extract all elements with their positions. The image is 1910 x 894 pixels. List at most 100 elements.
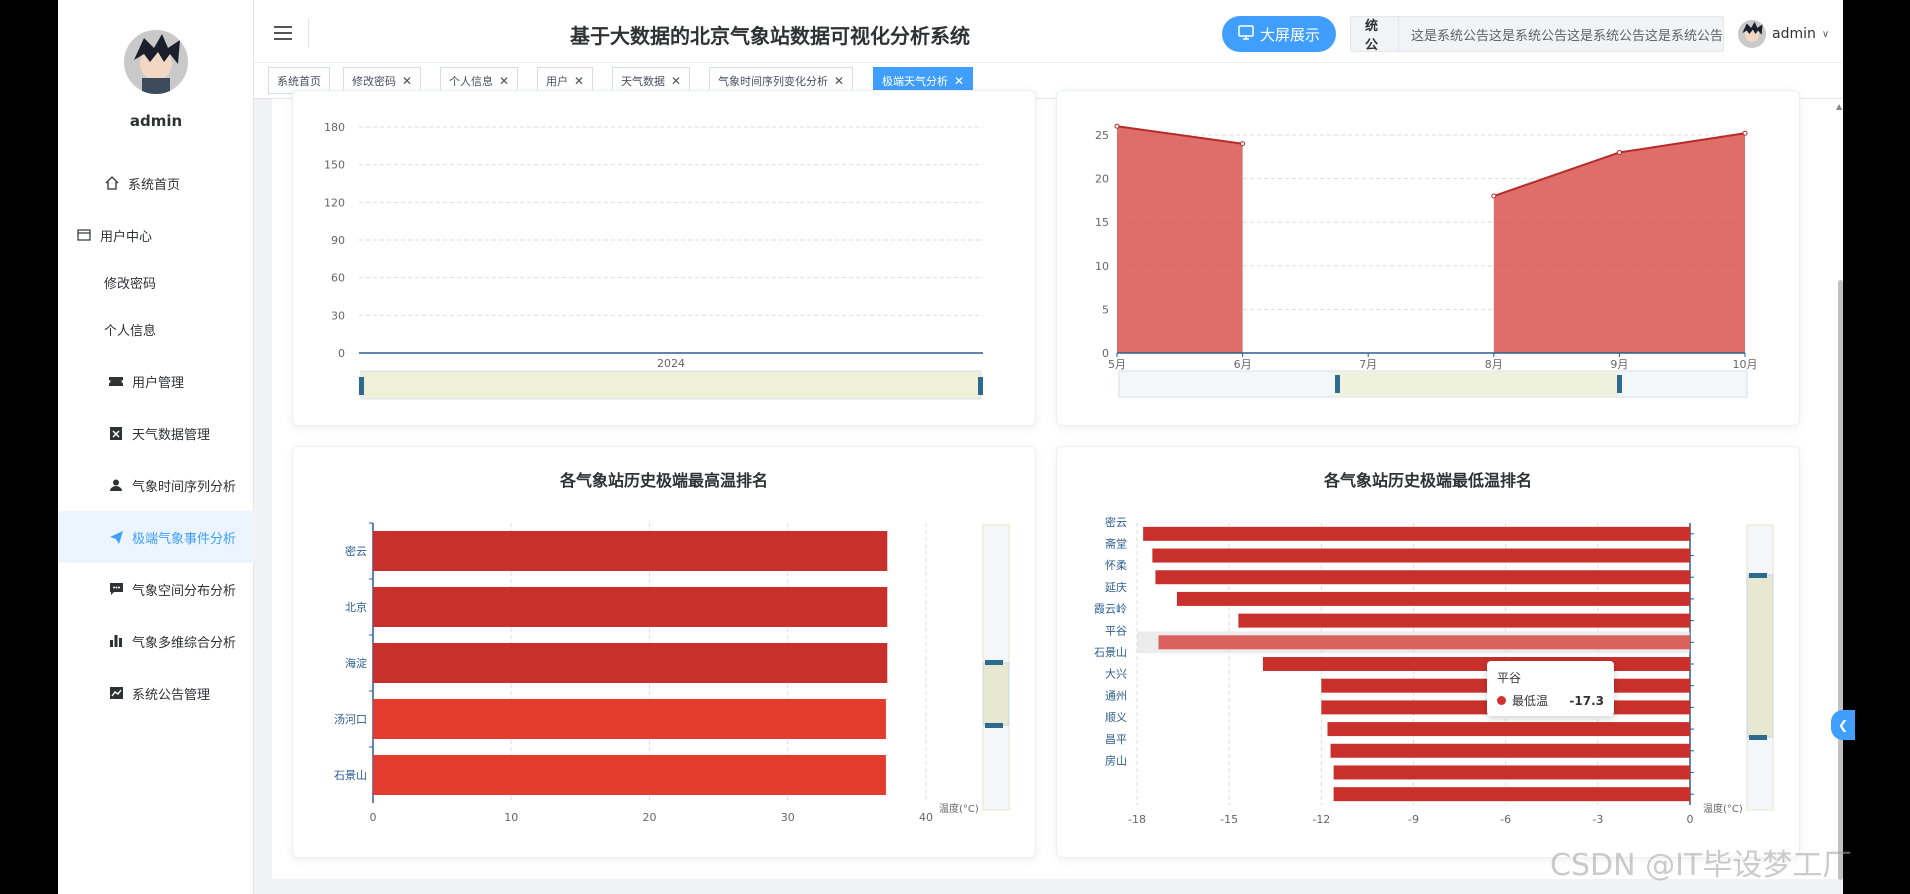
datazoom-slider — [360, 370, 982, 400]
bar — [1333, 765, 1690, 780]
bar — [1262, 657, 1690, 671]
axis-label: 温度(°C) — [939, 802, 979, 815]
y-tick-label: 10 — [1095, 260, 1109, 273]
sidebar-item-spatial[interactable]: 气象空间分布分析 — [58, 563, 254, 615]
system-notice: 系统公告 这是系统公告这是系统公告这是系统公告这是系统公告 — [1350, 16, 1724, 52]
x-tick-label: -12 — [1312, 813, 1330, 826]
bar — [1330, 743, 1690, 758]
sidebar-item-notice-management[interactable]: 系统公告管理 — [58, 667, 254, 719]
y-tick-label: 汤河口 — [334, 712, 367, 726]
sidebar-item-time-series[interactable]: 气象时间序列分析 — [58, 459, 254, 511]
data-point — [1616, 149, 1622, 155]
datazoom-handle — [985, 660, 1003, 665]
sidebar-item-multidim[interactable]: 气象多维综合分析 — [58, 615, 254, 667]
big-screen-button[interactable]: 大屏展示 — [1222, 16, 1336, 52]
y-tick-label: 120 — [324, 196, 345, 209]
y-tick-label: 北京 — [345, 600, 367, 614]
datazoom-window — [1746, 574, 1774, 738]
y-tick-label: 平谷 — [1105, 624, 1127, 637]
x-tick-label: 9月 — [1610, 358, 1628, 371]
sidebar-item-user-management[interactable]: 用户管理 — [58, 355, 254, 407]
y-tick-label: 石景山 — [1094, 646, 1127, 659]
sidebar-item-change-password[interactable]: 修改密码 — [58, 256, 254, 308]
close-icon[interactable]: ✕ — [954, 74, 964, 88]
bar-chart-icon — [108, 633, 124, 649]
sidebar-item-user-center[interactable]: 用户中心 — [58, 209, 254, 261]
bar — [1176, 591, 1690, 606]
x-tick-label: 2024 — [657, 357, 685, 370]
home-icon — [104, 175, 120, 191]
message-icon — [108, 581, 124, 597]
tab-label: 极端天气分析 — [882, 74, 948, 88]
user-center-icon — [76, 227, 92, 243]
tab-label: 系统首页 — [277, 74, 321, 88]
header-username: admin — [1772, 26, 1816, 42]
datazoom-handle — [1749, 735, 1767, 740]
close-icon[interactable]: ✕ — [499, 74, 509, 88]
y-tick-label: 石景山 — [334, 769, 367, 782]
sidebar-item-label: 气象多维综合分析 — [132, 635, 237, 651]
y-tick-label: 顺义 — [1105, 711, 1127, 724]
datazoom-handle — [985, 723, 1003, 728]
y-tick-label: 150 — [324, 159, 345, 172]
sidebar-item-home[interactable]: 系统首页 — [58, 157, 254, 209]
x-tick-label: 5月 — [1108, 358, 1126, 371]
y-tick-label: 5 — [1102, 303, 1109, 316]
x-tick-label: -3 — [1592, 813, 1603, 826]
avatar[interactable] — [124, 30, 188, 94]
sidebar-item-label: 个人信息 — [104, 323, 157, 339]
sidebar-item-label: 天气数据管理 — [132, 427, 211, 443]
person-icon — [108, 477, 124, 493]
x-tick-label: 20 — [643, 811, 657, 824]
scrollbar[interactable] — [1838, 280, 1843, 880]
big-screen-label: 大屏展示 — [1259, 25, 1320, 44]
datazoom-handle — [1335, 375, 1340, 393]
right-frame — [1843, 0, 1910, 894]
sidebar-item-label: 系统公告管理 — [132, 687, 211, 703]
x-tick-label: -9 — [1408, 813, 1419, 826]
y-tick-label: 房山 — [1105, 754, 1127, 767]
tab-label: 个人信息 — [449, 74, 493, 88]
y-tick-label: 密云 — [345, 544, 367, 558]
y-tick-label: 密云 — [1105, 515, 1127, 529]
bar — [373, 587, 888, 627]
bar — [373, 643, 888, 683]
y-tick-label: 怀柔 — [1105, 559, 1127, 572]
close-icon[interactable]: ✕ — [574, 74, 584, 88]
y-tick-label: 霞云岭 — [1094, 602, 1127, 616]
axis-label: 温度(°C) — [1703, 802, 1743, 815]
y-tick-label: 15 — [1095, 216, 1109, 229]
y-tick-label: 斋堂 — [1105, 537, 1127, 551]
y-tick-label: 海淀 — [345, 656, 367, 670]
sidebar-item-weather-data[interactable]: 天气数据管理 — [58, 407, 254, 459]
datazoom-handle — [978, 377, 983, 395]
sidebar-item-profile[interactable]: 个人信息 — [58, 303, 254, 355]
sidebar-item-label: 用户管理 — [132, 375, 185, 391]
close-icon[interactable]: ✕ — [671, 74, 681, 88]
datazoom-window — [1337, 371, 1619, 397]
chart-card-max-temp: 各气象站历史极端最高温排名 0 10 20 30 40 密云 北京 海淀 汤河口 石景山 温度(°C… — [292, 446, 1036, 858]
close-icon[interactable]: ✕ — [834, 74, 844, 88]
notice-text: 这是系统公告这是系统公告这是系统公告这是系统公告 — [1410, 28, 1723, 44]
hamburger-icon[interactable] — [274, 26, 292, 40]
clipboard-icon — [108, 425, 124, 441]
data-point — [1240, 141, 1246, 147]
chevron-left-icon[interactable]: ❮ — [1831, 710, 1855, 740]
scroll-up-icon[interactable]: ▲ — [1836, 102, 1842, 111]
bar — [373, 699, 886, 739]
sidebar-item-extreme-weather[interactable]: 极端气象事件分析 — [58, 511, 254, 563]
bar — [373, 531, 888, 571]
x-tick-label: 10月 — [1733, 358, 1758, 371]
sidebar-item-label: 极端气象事件分析 — [132, 531, 237, 547]
tab-label: 天气数据 — [621, 74, 665, 88]
y-tick-label: 延庆 — [1105, 580, 1127, 594]
x-tick-label: -15 — [1220, 813, 1238, 826]
user-dropdown[interactable]: admin ∨ — [1738, 20, 1829, 48]
chart-card-top-right: 0 5 10 15 20 25 5月 6月 7月 8月 9月 10月 — [1056, 90, 1800, 426]
chart-max-temp: 0 10 20 30 40 密云北京海淀汤河口石景山温度(°C) — [334, 522, 1010, 824]
close-icon[interactable]: ✕ — [402, 74, 412, 88]
y-tick-label: 大兴 — [1105, 667, 1127, 681]
bar — [373, 755, 886, 795]
chart-card-min-temp: 各气象站历史极端最低温排名 -18 -15 -12 -9 -6 -3 0 密云 斋堂 怀柔 延庆 霞云… — [1056, 446, 1800, 858]
line-chart-icon — [108, 685, 124, 701]
